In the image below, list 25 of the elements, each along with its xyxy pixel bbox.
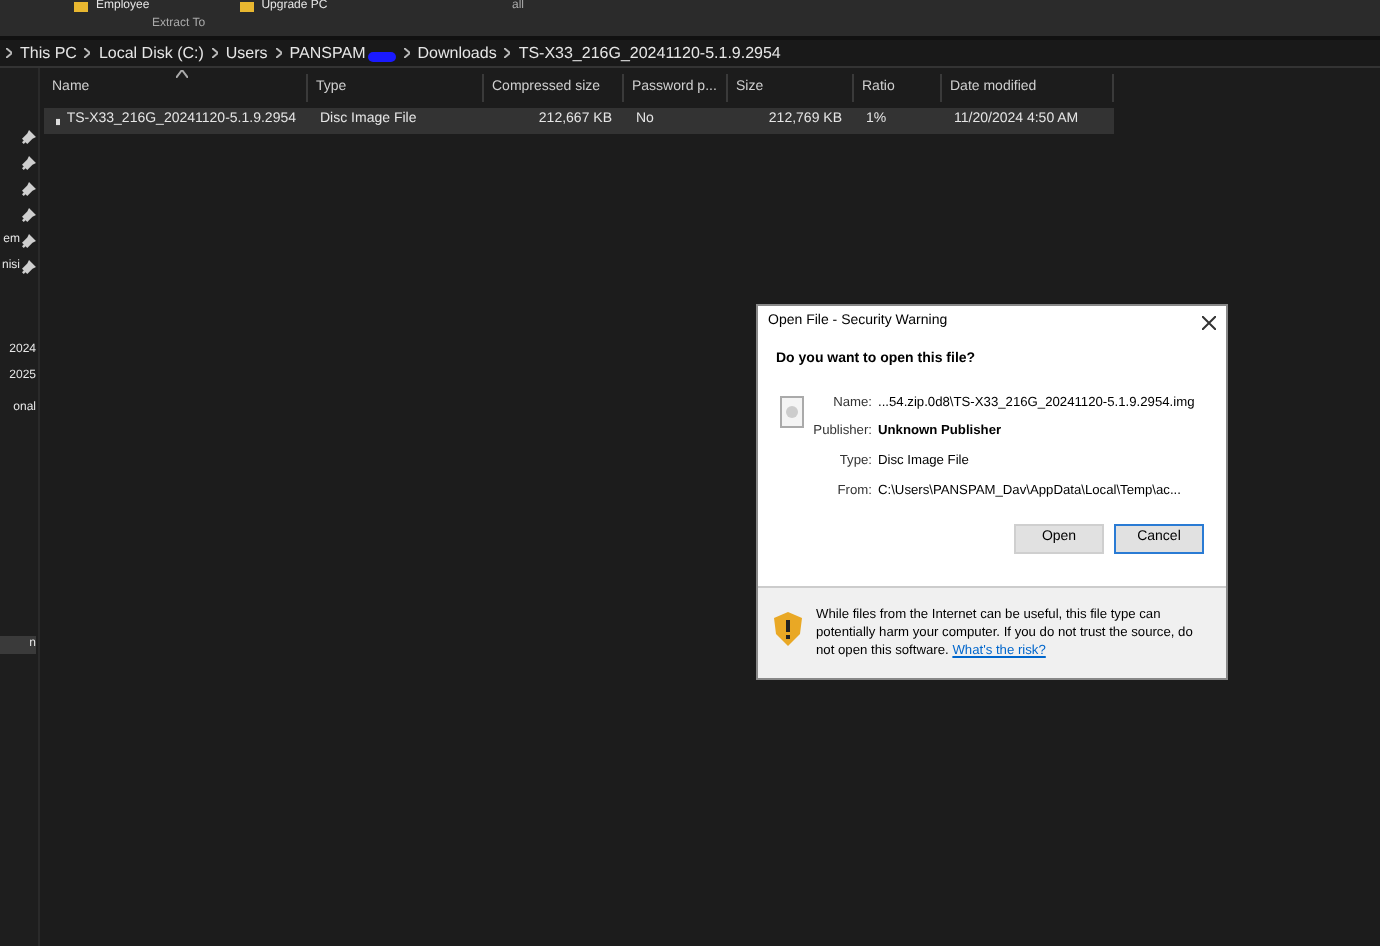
pin-icon <box>22 130 36 144</box>
chevron-icon <box>211 48 218 58</box>
chevron-icon <box>504 48 511 58</box>
chevron-icon <box>6 48 12 58</box>
pin-icon <box>22 156 36 170</box>
folder-icon <box>239 2 254 12</box>
breadcrumb-item[interactable]: Users <box>225 41 268 65</box>
folder-icon <box>74 2 88 12</box>
breadcrumb-item[interactable]: Downloads <box>417 41 497 65</box>
pin-icon <box>22 260 36 274</box>
breadcrumb-item[interactable]: This PC <box>20 41 77 65</box>
disc-file-icon <box>780 395 804 427</box>
sort-up-icon <box>176 70 188 78</box>
pin-icon <box>22 182 36 196</box>
pin-icon <box>22 208 36 222</box>
chevron-icon <box>84 48 91 58</box>
breadcrumb-item[interactable]: Local Disk (C:) <box>98 41 204 65</box>
pin-icon <box>22 234 36 248</box>
chevron-icon <box>275 48 282 58</box>
file-icon <box>56 113 61 129</box>
breadcrumb-item[interactable]: TS-X33_216G_20241120-5.1.9.2954 <box>518 41 781 65</box>
shield-warning-icon <box>774 612 802 646</box>
chevron-icon <box>403 48 410 58</box>
close-icon[interactable] <box>1202 316 1216 330</box>
breadcrumb-item[interactable]: PANSPAM <box>289 41 366 65</box>
